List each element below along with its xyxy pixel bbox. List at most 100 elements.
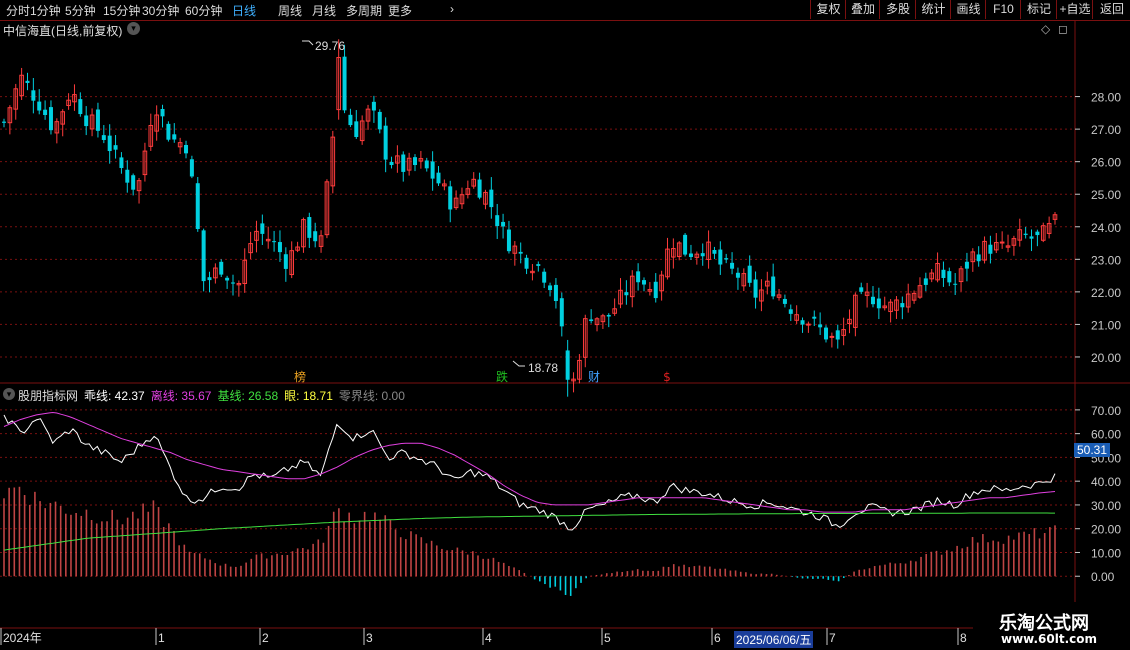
date-axis-label: 2024年 <box>3 631 42 645</box>
candle-body-down <box>553 284 558 302</box>
date-axis-label: 1 <box>158 631 165 645</box>
candle-body-down <box>43 109 48 115</box>
low-price-label: 18.78 <box>528 361 559 375</box>
watermark-url: www.60lt.com <box>1001 632 1098 646</box>
date-axis-label: 4 <box>485 631 492 645</box>
diamond-icon[interactable]: ◇ <box>1041 22 1050 36</box>
candle-body-down <box>160 109 165 117</box>
candle-body-down <box>506 229 511 252</box>
indicator-axis-label: 70.00 <box>1091 404 1121 418</box>
candle-body-down <box>624 292 629 296</box>
candle-body-down <box>589 319 594 322</box>
candle-body-down <box>501 221 506 227</box>
candle-body-down <box>95 109 100 131</box>
candle-body-down <box>277 242 282 253</box>
candle-body-down <box>225 277 230 281</box>
candle-body-down <box>688 253 693 257</box>
price-axis-label: 27.00 <box>1091 123 1121 137</box>
candle-body-down <box>389 161 394 166</box>
candle-body-down <box>489 189 494 208</box>
candle-body-down <box>371 101 376 111</box>
candle-body-down <box>824 327 829 340</box>
candle-body-down <box>201 230 206 282</box>
candle-body-down <box>78 99 83 115</box>
candle-body-down <box>548 285 553 291</box>
candle-body-down <box>377 111 382 130</box>
candle-body-down <box>272 241 277 243</box>
indicator-axis-label: 30.00 <box>1091 499 1121 513</box>
indicator-axis-label: 20.00 <box>1091 523 1121 537</box>
date-axis-label: 5 <box>604 631 611 645</box>
candle-body-down <box>84 115 89 127</box>
candle-body-down <box>219 261 224 275</box>
legend-value: 18.71 <box>299 389 333 403</box>
candle-body-down <box>964 261 969 269</box>
indicator-name: 股朋指标网 <box>18 389 79 403</box>
candle-body-down <box>413 157 418 166</box>
candle-body-down <box>641 280 646 285</box>
candle-body-down <box>383 125 388 160</box>
price-axis-label: 20.00 <box>1091 351 1121 365</box>
indicator-legend: 乖线: 42.37 离线: 35.67 基线: 26.58 眼: 18.71 零界线: … <box>84 387 411 404</box>
indicator-axis-label: 60.00 <box>1091 428 1121 442</box>
candle-body-down <box>559 298 564 327</box>
event-marker-0: 榜 <box>294 369 306 384</box>
legend-item: 基线: 26.58 <box>217 389 278 403</box>
indicator-line-基线 <box>3 512 1055 551</box>
event-marker-1: 跌 <box>496 369 508 384</box>
legend-label: 零界线: <box>338 389 379 403</box>
candle-body-down <box>184 144 189 154</box>
candle-body-down <box>48 107 53 131</box>
candle-body-down <box>195 183 200 229</box>
legend-item: 乖线: 42.37 <box>84 389 145 403</box>
date-axis-label: 8 <box>960 631 967 645</box>
price-axis-label: 21.00 <box>1091 318 1121 332</box>
candle-body-down <box>113 145 118 150</box>
candle-body-down <box>348 114 353 126</box>
candle-body-down <box>2 121 6 123</box>
candle-body-down <box>724 258 729 260</box>
candle-body-down <box>953 283 958 285</box>
candle-body-down <box>941 269 946 278</box>
candle-body-down <box>988 244 993 254</box>
candle-body-down <box>430 161 435 179</box>
candle-body-down <box>1023 233 1028 235</box>
legend-item: 零界线: 0.00 <box>339 389 405 403</box>
settings-small-icon[interactable]: ◻ <box>1058 22 1068 36</box>
indicator-line-乖线 <box>3 414 1056 531</box>
candle-body-down <box>25 80 30 83</box>
legend-item: 离线: 35.67 <box>151 389 212 403</box>
candle-body-down <box>683 234 688 255</box>
legend-label: 眼: <box>284 389 300 403</box>
indicator-line-离线 <box>3 411 1056 513</box>
legend-value: 26.58 <box>244 389 279 403</box>
candle-body-down <box>876 298 881 309</box>
candle-body-down <box>835 330 840 340</box>
indicator-collapse-icon[interactable]: ▾ <box>3 388 15 400</box>
legend-item: 眼: 18.71 <box>284 389 333 403</box>
candle-body-down <box>119 157 124 169</box>
candle-body-down <box>436 172 441 184</box>
candle-body-down <box>800 320 805 325</box>
legend-label: 离线: <box>150 389 179 403</box>
high-price-pointer <box>302 40 314 46</box>
indicator-axis-label: 40.00 <box>1091 475 1121 489</box>
price-axis-label: 25.00 <box>1091 188 1121 202</box>
candle-body-down <box>976 254 981 262</box>
candle-body-down <box>771 276 776 297</box>
price-axis-label: 24.00 <box>1091 221 1121 235</box>
candle-body-down <box>606 314 611 317</box>
candle-body-down <box>900 303 905 308</box>
indicator-axis-label: 10.00 <box>1091 546 1121 560</box>
candle-body-down <box>354 121 359 137</box>
legend-label: 基线: <box>217 389 245 403</box>
legend-value: 0.00 <box>378 389 405 403</box>
cursor-date-badge: 2025/06/06/五 <box>734 631 814 648</box>
title-dropdown-icon[interactable]: ▾ <box>127 22 140 35</box>
date-axis-label: 2 <box>262 631 269 645</box>
event-marker-2: 财 <box>588 370 600 384</box>
candle-body-down <box>870 296 875 305</box>
legend-value: 42.37 <box>111 389 145 403</box>
candle-body-down <box>735 272 740 278</box>
price-axis-label: 23.00 <box>1091 253 1121 267</box>
